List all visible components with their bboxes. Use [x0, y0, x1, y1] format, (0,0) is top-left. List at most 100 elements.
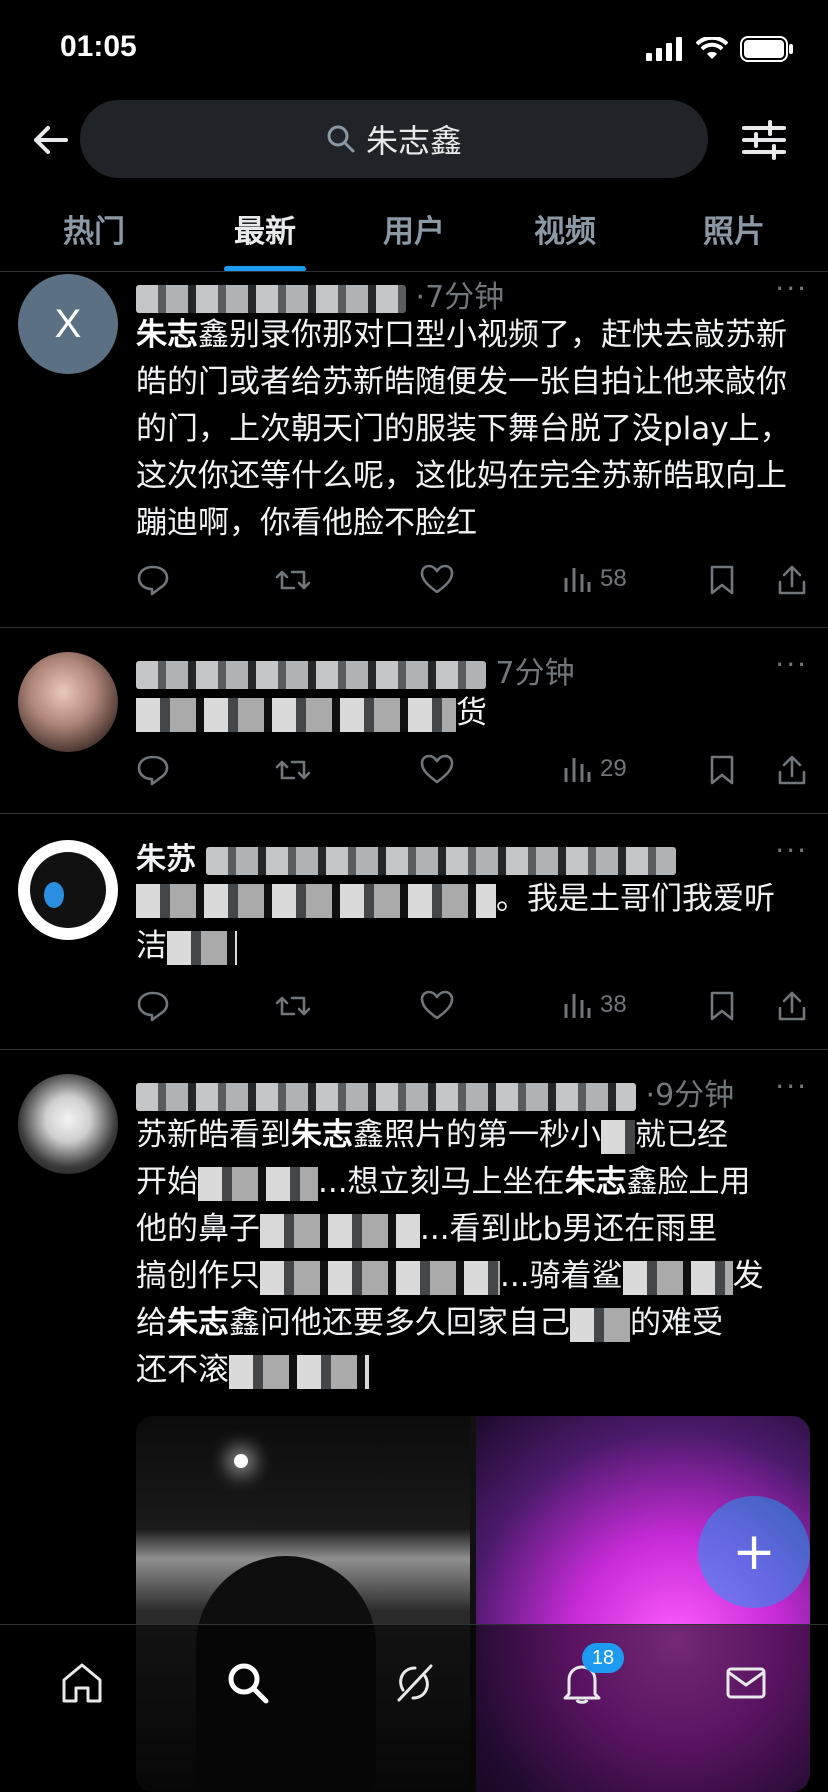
reply-button[interactable]: [136, 564, 170, 596]
share-button[interactable]: [776, 754, 808, 786]
retweet-button[interactable]: [274, 754, 312, 786]
like-button[interactable]: [420, 564, 454, 594]
nav-messages[interactable]: [716, 1653, 776, 1713]
views-button[interactable]: 58: [562, 564, 627, 594]
retweet-button[interactable]: [274, 990, 312, 1022]
tab-hot[interactable]: 热门: [63, 206, 125, 251]
bookmark-icon: [710, 755, 734, 785]
tab-videos[interactable]: 视频: [534, 206, 596, 251]
retweet-icon: [275, 996, 311, 1016]
back-arrow-icon[interactable]: [28, 118, 72, 162]
blurred-username: [136, 284, 406, 313]
bookmark-button[interactable]: [708, 990, 736, 1022]
share-icon: [778, 991, 806, 1021]
grok-icon: [397, 1664, 433, 1702]
share-icon: [778, 755, 806, 785]
like-button[interactable]: [420, 754, 454, 784]
blurred-text: [260, 1213, 420, 1248]
share-icon: [778, 565, 806, 595]
views-bar-chart-icon: [564, 568, 591, 592]
avatar-letter: X: [54, 301, 82, 346]
compose-button[interactable]: +: [698, 1496, 810, 1608]
avatar-graphic: [30, 852, 106, 928]
search-icon: [228, 1663, 269, 1704]
nav-home[interactable]: [52, 1653, 112, 1713]
tweet-time: 7分钟: [495, 656, 575, 691]
nav-search[interactable]: [218, 1653, 278, 1713]
tweet-text: 。我是土哥们我爱听 洁: [136, 881, 775, 965]
notification-badge: 18: [582, 1643, 624, 1673]
tweet-text: 货: [136, 690, 808, 737]
avatar[interactable]: X: [18, 274, 118, 374]
bottom-navigation: 18: [0, 1624, 828, 1792]
blurred-text: [198, 1166, 318, 1201]
tab-photos[interactable]: 照片: [703, 206, 765, 251]
tweet-time: 7分钟: [425, 280, 505, 315]
tweet-text: 苏新皓看到朱志鑫照片的第一秒小 就已经 开始 ...想立刻马上坐在朱志鑫脸上用 他的…: [136, 1117, 764, 1389]
retweet-icon: [275, 570, 311, 590]
blurred-username: [136, 660, 486, 689]
tweet-text: 朱志鑫别录你那对口型小视频了，赶快去敲苏新皓的门或者给苏新皓随便发一张自拍让他来…: [136, 317, 791, 541]
blurred-username: [136, 1082, 636, 1111]
status-time: 01:05: [60, 30, 137, 63]
avatar[interactable]: [18, 652, 118, 752]
nav-grok[interactable]: [384, 1653, 444, 1713]
tab-latest[interactable]: 最新: [234, 206, 296, 251]
tweet-header: 7分钟: [136, 648, 575, 692]
plus-icon: +: [732, 1522, 776, 1582]
tweet-item[interactable]: X ·7分钟 ··· 朱志鑫别录你那对口型小视频了，赶快去敲苏新皓的门或者给苏新…: [0, 272, 828, 628]
tweet-header: 朱苏: [136, 834, 677, 878]
reply-icon: [137, 755, 169, 786]
tweet-item[interactable]: 7分钟 ··· 货 29: [0, 628, 828, 814]
heart-icon: [420, 990, 454, 1020]
more-options-icon[interactable]: ···: [775, 1070, 808, 1103]
reply-button[interactable]: [136, 754, 170, 786]
share-button[interactable]: [776, 564, 808, 596]
views-button[interactable]: 38: [562, 990, 627, 1020]
bookmark-button[interactable]: [708, 564, 736, 596]
tweet-time: 9分钟: [655, 1078, 735, 1113]
tweet-actions: 29: [136, 754, 808, 794]
tweet-item[interactable]: 朱苏 ··· 。我是土哥们我爱听 洁 38: [0, 814, 828, 1050]
reply-icon: [137, 991, 169, 1022]
blurred-username: [206, 846, 677, 875]
retweet-button[interactable]: [274, 564, 312, 596]
heart-icon: [420, 754, 454, 784]
avatar[interactable]: [18, 840, 118, 940]
views-count: 29: [600, 755, 627, 782]
blurred-text: [570, 1307, 630, 1342]
search-icon: [327, 125, 355, 153]
retweet-icon: [275, 760, 311, 780]
tweet-actions: 58: [136, 564, 808, 604]
filter-settings-icon[interactable]: [740, 118, 788, 162]
tweet-header: ·7分钟: [136, 272, 504, 316]
wifi-icon: [696, 37, 728, 59]
tab-users[interactable]: 用户: [383, 206, 445, 251]
cellular-signal-icon: [646, 37, 682, 61]
reply-icon: [137, 565, 169, 596]
more-options-icon[interactable]: ···: [775, 648, 808, 681]
avatar[interactable]: [18, 1074, 118, 1174]
views-bar-chart-icon: [564, 758, 591, 782]
views-count: 58: [600, 565, 627, 592]
like-button[interactable]: [420, 990, 454, 1020]
blurred-text: [167, 930, 237, 965]
share-button[interactable]: [776, 990, 808, 1022]
blurred-text: [229, 1354, 369, 1389]
more-options-icon[interactable]: ···: [775, 834, 808, 867]
blurred-text: [136, 697, 456, 732]
views-button[interactable]: 29: [562, 754, 627, 784]
search-input[interactable]: 朱志鑫: [80, 100, 708, 178]
search-tabs: 热门 最新 用户 视频 照片: [0, 196, 828, 272]
search-query: 朱志鑫: [365, 122, 462, 160]
more-options-icon[interactable]: ···: [775, 272, 808, 305]
views-bar-chart-icon: [564, 994, 591, 1018]
heart-icon: [420, 564, 454, 594]
blurred-text: [622, 1260, 733, 1295]
blurred-text: [136, 883, 496, 918]
tweet-author-name: 朱苏: [136, 842, 196, 877]
bookmark-button[interactable]: [708, 754, 736, 786]
blurred-text: [601, 1119, 635, 1154]
bookmark-icon: [710, 991, 734, 1021]
reply-button[interactable]: [136, 990, 170, 1022]
